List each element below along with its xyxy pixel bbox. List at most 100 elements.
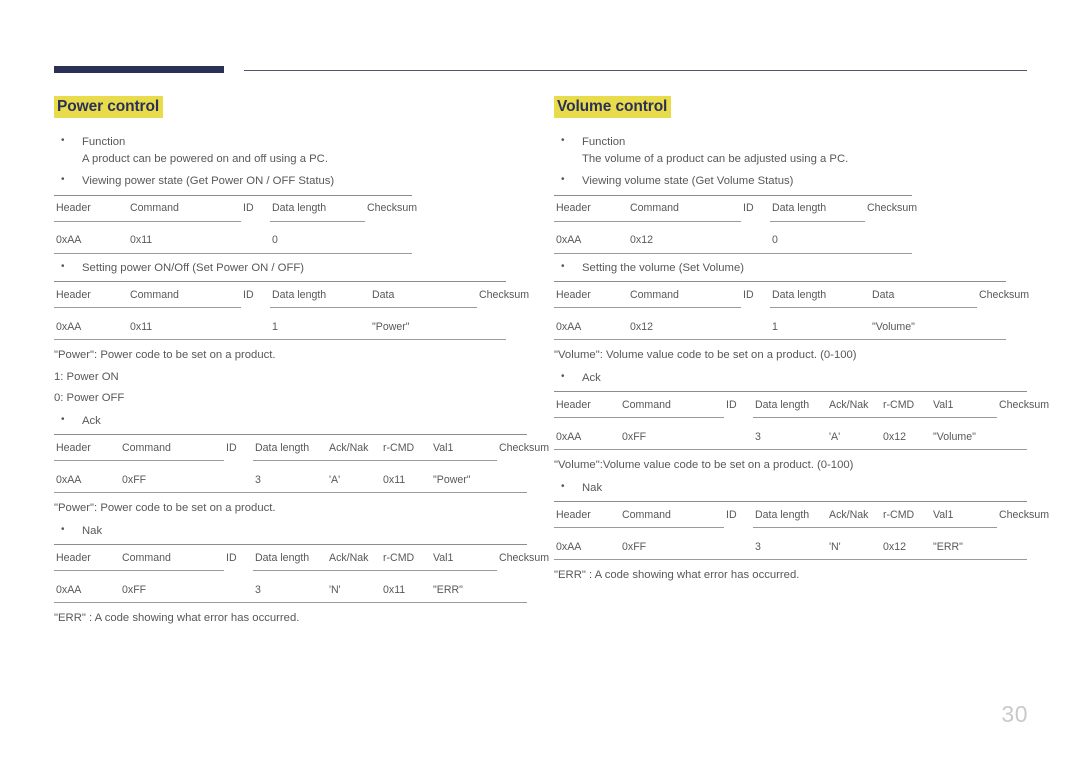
col-header-ack-nak: Ack/Nak (327, 544, 381, 571)
table-row: 0xAA 0x12 0 (554, 220, 912, 254)
col-header-id: ID (724, 501, 753, 528)
cell-checksum (997, 417, 1027, 451)
section-volume-control: Volume control Function The volume of a … (554, 96, 1049, 585)
section-title-power-control: Power control (54, 96, 164, 119)
table-power-ack: Header Command ID Data length Ack/Nak r-… (54, 434, 549, 494)
cell-checksum (497, 460, 527, 494)
col-header-command: Command (120, 434, 224, 461)
col-header-r-cmd: r-CMD (881, 501, 931, 528)
col-header-header: Header (54, 194, 128, 222)
cell-data-length: 3 (253, 570, 327, 604)
page-header-rules (0, 62, 1080, 76)
col-header-checksum: Checksum (997, 501, 1049, 528)
cell-header: 0xAA (554, 417, 620, 451)
col-header-data-length: Data length (253, 434, 327, 461)
cell-ack-nak: 'N' (827, 527, 881, 561)
bullet-nak: Nak (554, 479, 1034, 497)
cell-data-length: 3 (753, 417, 827, 451)
bullet-get-volume-status: Viewing volume state (Get Volume Status) (554, 172, 1034, 190)
cell-id (241, 221, 270, 254)
table-row: 0xAA 0xFF 3 'A' 0x11 "Power" (54, 460, 527, 494)
table-volume-nak: Header Command ID Data length Ack/Nak r-… (554, 501, 1049, 561)
col-header-header: Header (54, 281, 128, 308)
col-header-ack-nak: Ack/Nak (827, 391, 881, 418)
note-err-code: "ERR" : A code showing what error has oc… (554, 569, 800, 582)
col-header-header: Header (54, 544, 120, 571)
col-header-checksum: Checksum (865, 194, 917, 222)
cell-id (224, 570, 253, 604)
col-header-checksum: Checksum (977, 281, 1029, 308)
col-header-command: Command (128, 194, 241, 222)
cell-header: 0xAA (54, 307, 128, 341)
table-set-volume: Header Command ID Data length Data Check… (554, 281, 1029, 341)
col-header-command: Command (620, 391, 724, 418)
cell-header: 0xAA (54, 460, 120, 494)
cell-id (741, 221, 770, 254)
table-row: 0xAA 0xFF 3 'A' 0x12 "Volume" (554, 417, 1027, 451)
cell-command: 0xFF (620, 417, 724, 451)
col-header-id: ID (741, 194, 770, 222)
cell-checksum (977, 307, 1006, 341)
cell-data: "Power" (370, 307, 477, 341)
cell-r-cmd: 0x12 (881, 417, 931, 451)
note-ack-power-code: "Power": Power code to be set on a produ… (54, 502, 276, 515)
col-header-command: Command (620, 501, 724, 528)
cell-val1: "ERR" (931, 527, 997, 561)
table-get-volume-status: Header Command ID Data length Checksum 0… (554, 194, 917, 254)
cell-command: 0x11 (128, 220, 241, 254)
bullet-set-volume: Setting the volume (Set Volume) (554, 259, 1034, 277)
cell-data-length: 0 (770, 220, 865, 254)
cell-ack-nak: 'A' (327, 460, 381, 494)
col-header-data-length: Data length (753, 391, 827, 418)
col-header-data: Data (370, 281, 477, 308)
col-header-command: Command (628, 281, 741, 308)
cell-data-length: 3 (253, 460, 327, 494)
table-row: Header Command ID Data length Data Check… (54, 281, 529, 308)
col-header-r-cmd: r-CMD (381, 434, 431, 461)
table-row: Header Command ID Data length Ack/Nak r-… (554, 391, 1049, 418)
function-label: Function (82, 136, 126, 149)
cell-r-cmd: 0x11 (381, 570, 431, 604)
cell-checksum (497, 570, 527, 604)
col-header-val1: Val1 (931, 391, 997, 418)
header-thin-rule (244, 70, 1027, 71)
cell-command: 0x12 (628, 220, 741, 254)
table-row: Header Command ID Data length Ack/Nak r-… (554, 501, 1049, 528)
table-row: Header Command ID Data length Ack/Nak r-… (54, 434, 549, 461)
col-header-header: Header (554, 194, 628, 222)
col-header-val1: Val1 (431, 434, 497, 461)
note-power-on: 1: Power ON (54, 370, 119, 383)
col-header-id: ID (241, 281, 270, 308)
col-header-checksum: Checksum (497, 434, 549, 461)
note-power-code: "Power": Power code to be set on a produ… (54, 349, 276, 362)
table-row: 0xAA 0x12 1 "Volume" (554, 307, 1006, 341)
col-header-id: ID (241, 194, 270, 222)
cell-header: 0xAA (554, 307, 628, 341)
col-header-command: Command (120, 544, 224, 571)
cell-header: 0xAA (554, 527, 620, 561)
col-header-checksum: Checksum (365, 194, 417, 222)
note-volume-code: "Volume": Volume value code to be set on… (554, 349, 857, 362)
col-header-header: Header (54, 434, 120, 461)
table-row: Header Command ID Data length Checksum (554, 194, 917, 222)
cell-val1: "Volume" (931, 417, 997, 451)
cell-r-cmd: 0x12 (881, 527, 931, 561)
col-header-data-length: Data length (270, 194, 365, 222)
col-header-header: Header (554, 501, 620, 528)
function-text: A product can be powered on and off usin… (82, 152, 328, 165)
cell-header: 0xAA (54, 570, 120, 604)
cell-id (241, 307, 270, 341)
col-header-data-length: Data length (770, 194, 865, 222)
table-volume-ack: Header Command ID Data length Ack/Nak r-… (554, 391, 1049, 451)
table-row: Header Command ID Data length Ack/Nak r-… (54, 544, 549, 571)
cell-data-length: 1 (270, 307, 370, 341)
cell-command: 0xFF (120, 570, 224, 604)
table-row: 0xAA 0x11 0 (54, 220, 412, 254)
section-power-control: Power control Function A product can be … (54, 96, 549, 628)
bullet-nak: Nak (54, 522, 534, 540)
col-header-header: Header (554, 391, 620, 418)
function-label: Function (582, 136, 626, 149)
cell-id (741, 307, 770, 341)
bullet-function: Function The volume of a product can be … (554, 133, 1034, 167)
bullet-set-power: Setting power ON/Off (Set Power ON / OFF… (54, 259, 534, 277)
